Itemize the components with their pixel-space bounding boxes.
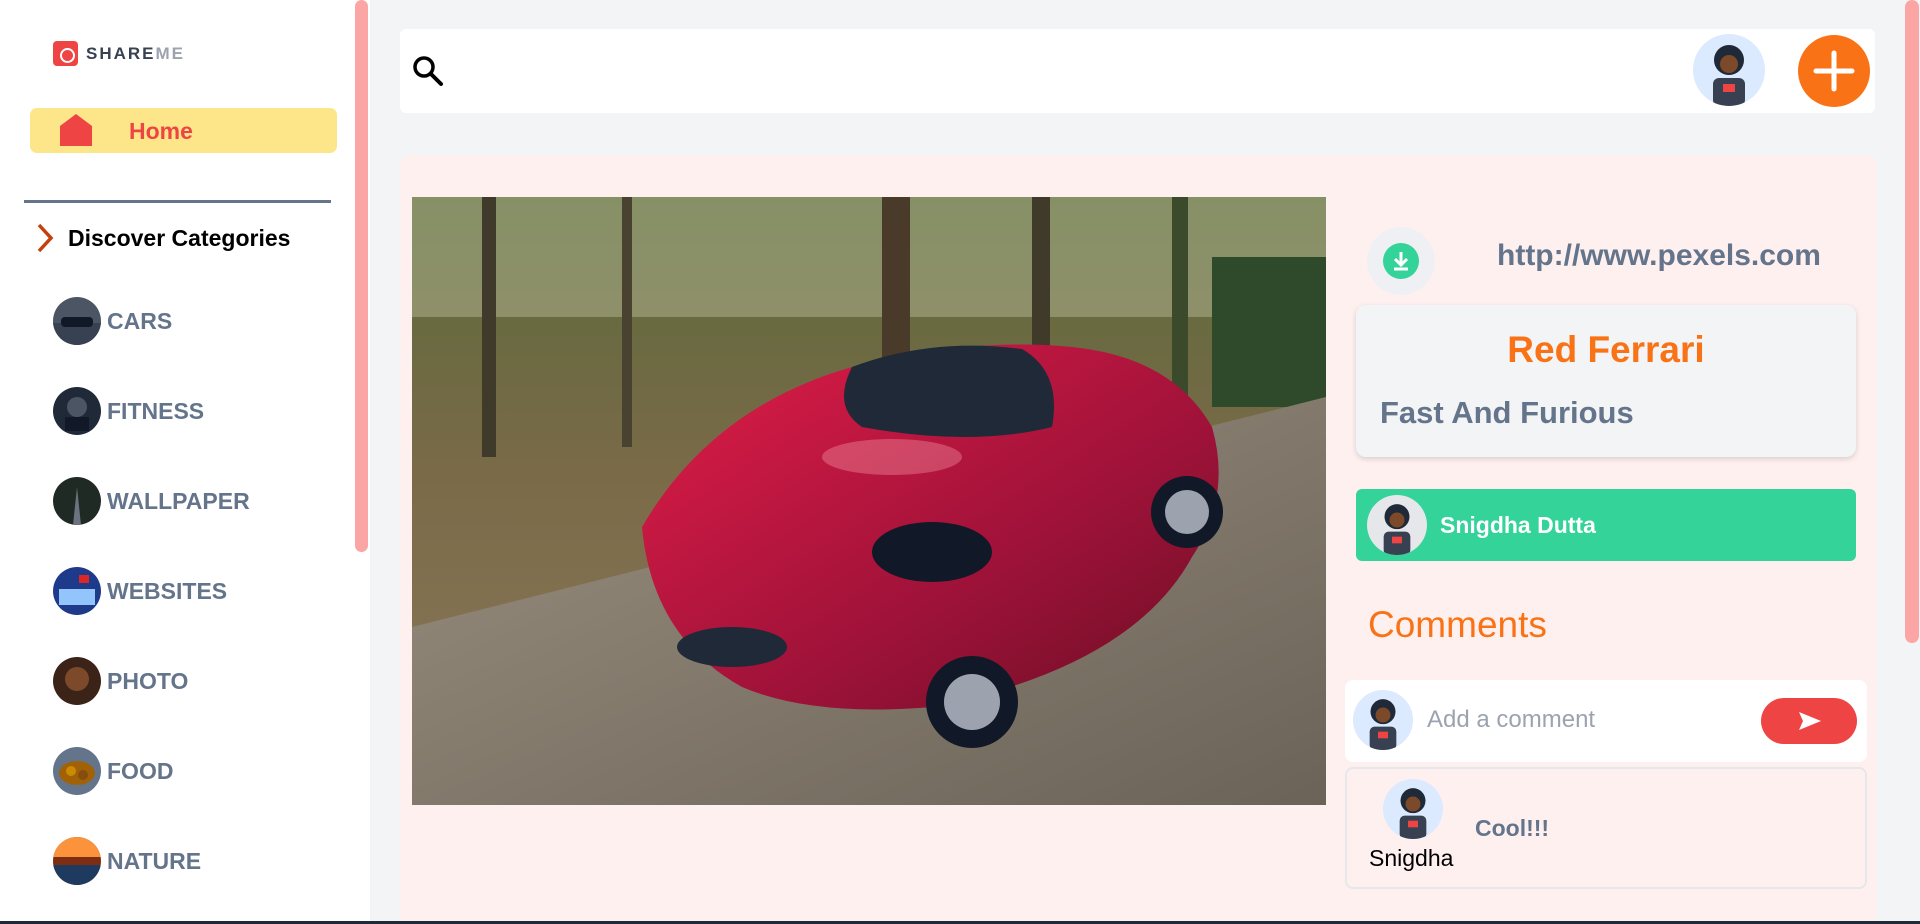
category-label: PHOTO [107, 667, 189, 694]
send-icon [1799, 712, 1821, 730]
main-scrollbar[interactable] [1905, 0, 1919, 643]
comment-item: Snigdha Cool!!! [1345, 767, 1867, 889]
sidebar-item-fitness[interactable]: FITNESS [53, 386, 333, 436]
pin-title: Red Ferrari [1507, 329, 1705, 370]
sidebar-item-photo[interactable]: PHOTO [53, 656, 333, 706]
avatar [1353, 690, 1413, 750]
comment-form [1345, 680, 1867, 762]
app-logo[interactable]: SHAREME [53, 41, 185, 66]
home-icon [60, 114, 92, 146]
sidebar-item-label: Home [129, 118, 193, 144]
comment-input[interactable] [1427, 700, 1747, 740]
sidebar-item-websites[interactable]: WEBSITES [53, 566, 333, 616]
sidebar-item-cars[interactable]: CARS [53, 296, 333, 346]
category-label: FITNESS [107, 397, 205, 424]
avatar [1367, 495, 1427, 555]
pin-about: Fast And Furious [1380, 395, 1634, 430]
search-input[interactable] [460, 45, 1460, 97]
websites-thumbnail [53, 567, 101, 615]
download-button[interactable] [1367, 227, 1435, 295]
logo-text: SHARE [86, 43, 156, 63]
category-label: WALLPAPER [107, 487, 250, 514]
category-label: WEBSITES [107, 577, 228, 604]
camera-icon [53, 41, 78, 66]
sidebar-item-home[interactable]: Home [30, 108, 337, 153]
comment-text: Cool!!! [1475, 815, 1550, 841]
add-pin-button[interactable] [1798, 35, 1870, 107]
avatar [1383, 779, 1443, 839]
sidebar-item-nature[interactable]: NATURE [53, 836, 333, 886]
category-label: FOOD [107, 757, 174, 784]
destination-link[interactable]: http://www.pexels.com [1497, 239, 1821, 273]
sidebar-divider [24, 200, 331, 203]
search-icon [413, 56, 443, 86]
avatar[interactable] [1693, 34, 1765, 106]
sidebar: SHAREME Home Discover Categories CARS FI… [0, 0, 370, 924]
chevron-right-icon [37, 223, 54, 253]
category-label: CARS [107, 307, 173, 334]
comments-heading: Comments [1368, 604, 1547, 645]
logo-text-accent: ME [155, 43, 186, 63]
photo-thumbnail [53, 657, 101, 705]
fitness-thumbnail [53, 387, 101, 435]
sidebar-item-wallpaper[interactable]: WALLPAPER [53, 476, 333, 526]
pin-detail-panel: http://www.pexels.com Red Ferrari Fast A… [400, 155, 1877, 924]
user-name: Snigdha Dutta [1440, 512, 1596, 538]
pin-image[interactable] [412, 197, 1326, 805]
discover-categories-heading: Discover Categories [36, 222, 290, 254]
pin-info-card: Red Ferrari Fast And Furious [1356, 305, 1856, 457]
plus-icon [1813, 50, 1855, 92]
cars-thumbnail [53, 297, 101, 345]
top-bar [400, 29, 1875, 113]
category-label: NATURE [107, 847, 202, 874]
nature-thumbnail [53, 837, 101, 885]
discover-categories-label: Discover Categories [68, 224, 291, 251]
download-icon [1393, 252, 1409, 271]
food-thumbnail [53, 747, 101, 795]
sidebar-scrollbar[interactable] [355, 0, 368, 552]
posted-by-user[interactable]: Snigdha Dutta [1356, 489, 1856, 561]
send-comment-button[interactable] [1761, 698, 1857, 744]
wallpaper-thumbnail [53, 477, 101, 525]
comment-author: Snigdha [1369, 845, 1454, 871]
sidebar-item-food[interactable]: FOOD [53, 746, 333, 796]
